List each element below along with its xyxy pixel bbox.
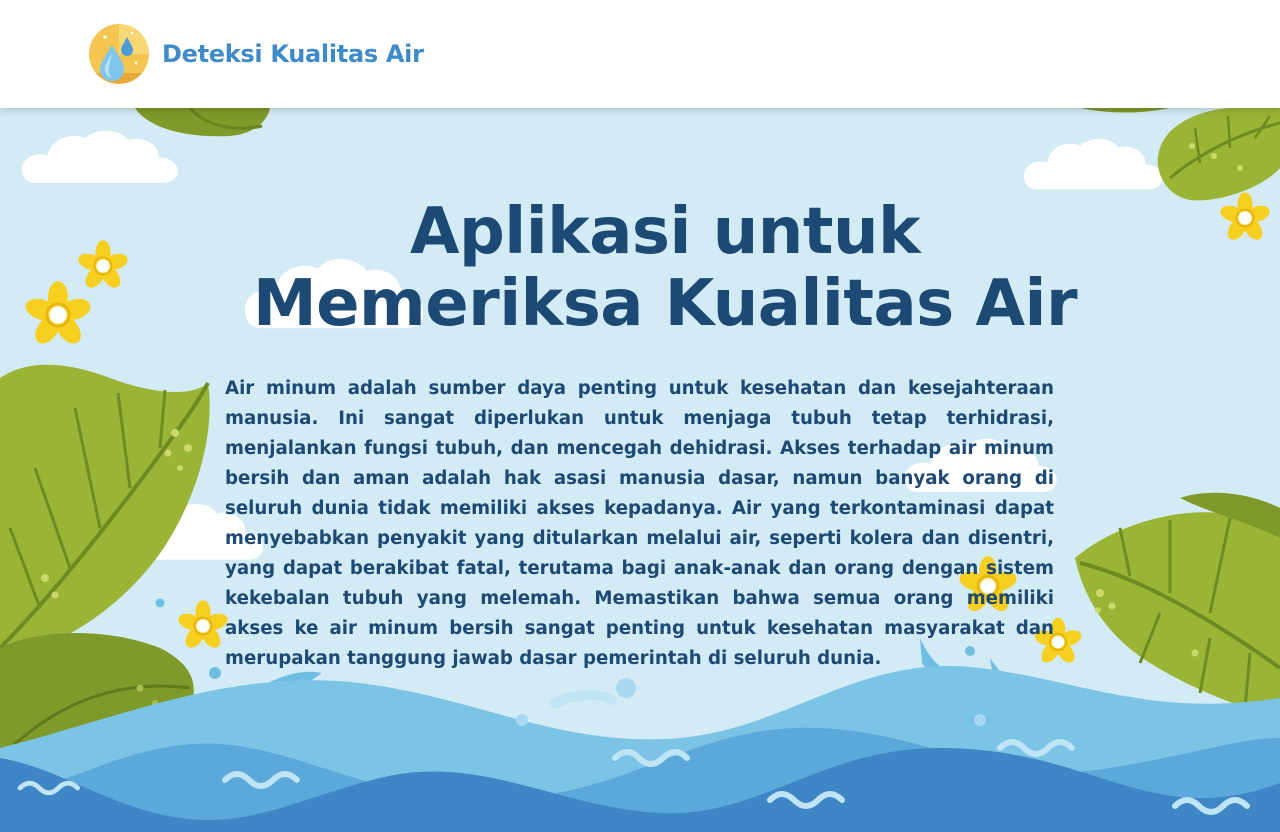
water-drop-logo-icon[interactable]	[88, 23, 150, 85]
hero-section: Aplikasi untuk Memeriksa Kualitas Air Ai…	[0, 108, 1280, 832]
brand-title[interactable]: Deteksi Kualitas Air	[162, 40, 424, 68]
intro-paragraph: Air minum adalah sumber daya penting unt…	[225, 378, 1054, 669]
page-title: Aplikasi untuk Memeriksa Kualitas Air	[200, 196, 1130, 340]
page-title-line-1: Aplikasi untuk	[409, 195, 921, 269]
page-title-line-2: Memeriksa Kualitas Air	[252, 267, 1078, 341]
top-navbar: Deteksi Kualitas Air	[0, 0, 1280, 108]
